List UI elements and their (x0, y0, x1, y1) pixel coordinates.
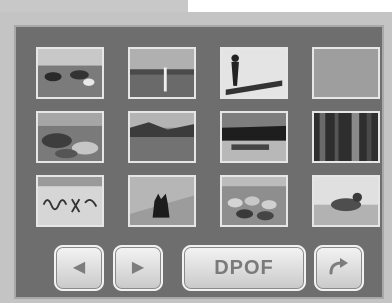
next-button[interactable]: ▶ (113, 245, 163, 291)
dpof-button[interactable]: DPOF (182, 245, 306, 291)
thumbnail-person-on-log[interactable] (220, 47, 288, 99)
thumbnail-lake-hills[interactable] (128, 111, 196, 163)
thumbnail-panel: ◀ ▶ DPOF (14, 25, 384, 299)
thumbnail-sheep-flock[interactable] (220, 175, 288, 227)
thumbnail-cows-field[interactable] (36, 47, 104, 99)
thumbnail-blank-gray[interactable] (312, 47, 380, 99)
screen-frame: ◀ ▶ DPOF (0, 12, 392, 303)
thumbnail-handwriting-sign[interactable] (36, 175, 104, 227)
dpof-button-label: DPOF (214, 256, 274, 279)
thumbnail-cat-dog[interactable] (128, 175, 196, 227)
thumbnail-lake-sunset[interactable] (128, 47, 196, 99)
thumbnail-rocky-shore[interactable] (36, 111, 104, 163)
thumbnail-dark-lake-trees[interactable] (220, 111, 288, 163)
share-button[interactable] (314, 245, 364, 291)
top-tab-bar (0, 0, 188, 12)
triangle-left-icon: ◀ (72, 259, 86, 276)
previous-button[interactable]: ◀ (54, 245, 104, 291)
thumbnail-forest-trees[interactable] (312, 111, 380, 163)
thumbnail-duck-water[interactable] (312, 175, 380, 227)
curved-arrow-right-icon (328, 257, 350, 280)
triangle-right-icon: ▶ (131, 259, 145, 276)
